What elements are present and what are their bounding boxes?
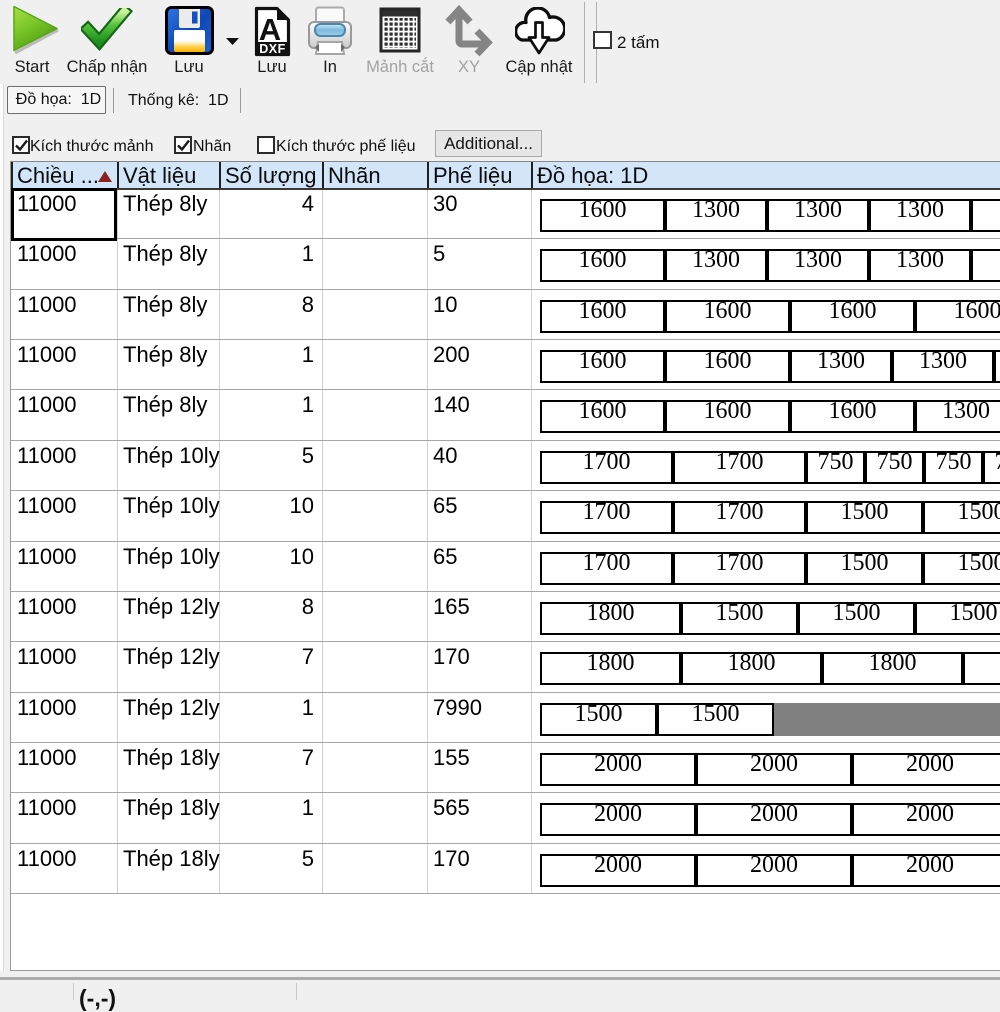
svg-text:DXF: DXF	[259, 42, 286, 56]
